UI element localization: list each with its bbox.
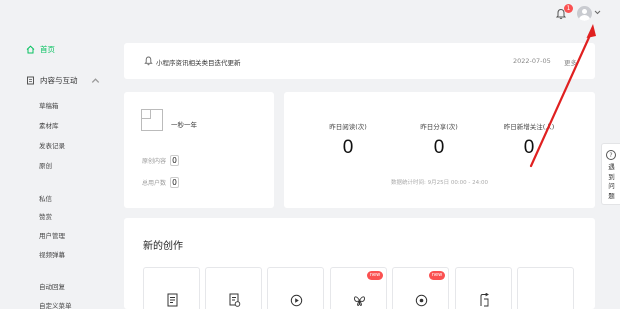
original-content-stat: 原创内容 0	[142, 155, 180, 166]
sidebar-item-drafts[interactable]: 草稿箱	[39, 100, 59, 110]
metric-new-followers: 昨日新增关注(人) 0	[489, 121, 569, 159]
sidebar-item-user-management[interactable]: 用户管理	[39, 230, 65, 240]
metric-value: 0	[342, 137, 354, 158]
sidebar-item-original[interactable]: 原创	[39, 160, 52, 170]
notice-bell-icon	[144, 56, 153, 66]
original-content-label: 原创内容	[142, 158, 167, 165]
sidebar-item-label: 首页	[40, 45, 55, 54]
sidebar-item-auto-reply[interactable]: 自动回复	[39, 281, 65, 291]
avatar-shoulders	[579, 15, 590, 21]
help-side-tab[interactable]: ? 遇到问题	[601, 143, 620, 205]
home-icon	[26, 45, 35, 54]
account-name: 一秒一年	[171, 121, 197, 129]
metric-label: 昨日阅读(次)	[329, 123, 367, 131]
account-avatar[interactable]	[141, 109, 163, 131]
notice-text-link[interactable]: 小程序资讯相关类目迭代更新	[156, 57, 241, 67]
metric-label: 昨日分享(次)	[420, 123, 458, 131]
create-share-tile[interactable]	[455, 267, 512, 309]
share-icon	[480, 293, 489, 307]
document-icon	[27, 76, 34, 85]
sidebar-item-messages[interactable]: 私信	[39, 193, 52, 203]
sidebar-item-video-danmaku[interactable]: 视频弹幕	[39, 249, 65, 259]
create-video-tile[interactable]	[267, 267, 324, 309]
total-users-label: 总用户数	[142, 180, 167, 187]
user-avatar-icon[interactable]	[577, 6, 592, 21]
sidebar-item-custom-menu[interactable]: 自定义菜单	[39, 300, 72, 309]
notice-more-link[interactable]: 更多	[564, 57, 577, 67]
total-users-value: 0	[170, 177, 180, 188]
sidebar-nav: 首页 内容与互动 草稿箱 素材库 发表记录 原创 私信 赞赏 用户管理 视频弹幕…	[0, 30, 115, 309]
notification-count-badge: 1	[564, 4, 573, 13]
avatar-head	[582, 9, 587, 14]
chevron-down-icon[interactable]	[594, 10, 601, 15]
metric-shares: 昨日分享(次) 0	[399, 121, 479, 159]
top-bar: 1	[0, 0, 620, 30]
metric-value: 0	[433, 137, 445, 158]
chevron-up-icon[interactable]	[91, 76, 100, 85]
sidebar-item-publish-records[interactable]: 发表记录	[39, 140, 65, 150]
notice-date: 2022-07-05	[513, 57, 551, 65]
video-icon	[290, 294, 303, 307]
yesterday-stats-card: 昨日阅读(次) 0 昨日分享(次) 0 昨日新增关注(人) 0 数据统计时间: …	[284, 92, 595, 208]
create-more-tile[interactable]	[517, 267, 574, 309]
sidebar-group-content[interactable]: 内容与互动	[26, 75, 100, 86]
help-icon: ?	[606, 150, 616, 160]
create-audio-tile[interactable]: new	[392, 267, 449, 309]
create-repost-tile[interactable]	[205, 267, 262, 309]
total-users-stat: 总用户数 0	[142, 177, 180, 188]
butterfly-icon	[354, 296, 365, 306]
new-badge: new	[367, 271, 383, 280]
metric-reads: 昨日阅读(次) 0	[308, 121, 388, 159]
original-content-value: 0	[170, 155, 180, 166]
create-butterfly-tile[interactable]: new	[330, 267, 387, 309]
sidebar-item-materials[interactable]: 素材库	[39, 120, 59, 130]
stats-time-note: 数据统计时间: 9月25日 00:00 - 24:00	[390, 180, 489, 186]
new-badge: new	[429, 271, 445, 280]
new-creation-title: 新的创作	[143, 241, 183, 252]
sidebar-item-home[interactable]: 首页	[26, 44, 55, 55]
sidebar-item-appreciation[interactable]: 赞赏	[39, 211, 52, 221]
metric-label: 昨日新增关注(人)	[503, 123, 555, 131]
account-card: 一秒一年 原创内容 0 总用户数 0	[124, 92, 274, 208]
notice-card: 小程序资讯相关类目迭代更新 2022-07-05 更多	[124, 43, 595, 79]
audio-icon	[415, 294, 428, 307]
metric-value: 0	[523, 137, 535, 158]
article-icon	[167, 293, 178, 307]
create-article-tile[interactable]	[143, 267, 200, 309]
new-creation-card: 新的创作 new new	[124, 218, 595, 309]
repost-icon	[229, 293, 241, 307]
help-side-tab-label: 遇到问题	[608, 163, 615, 200]
sidebar-group-label: 内容与互动	[40, 76, 78, 85]
